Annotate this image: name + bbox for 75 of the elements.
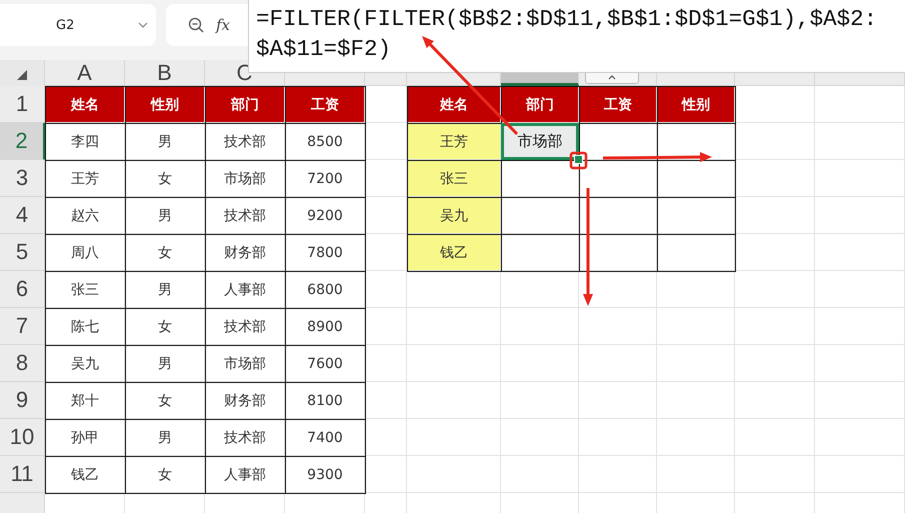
table-cell-text: 男 — [157, 280, 173, 300]
header-cell: 姓名 — [45, 86, 125, 123]
table-cell: 吴九 — [407, 197, 501, 234]
table-cell-text: 8100 — [306, 392, 344, 410]
table-cell-text: 女 — [157, 170, 173, 188]
table-cell-text: 市场部 — [223, 354, 267, 374]
highlight-box — [570, 152, 588, 170]
row-header[interactable]: 8 — [0, 345, 45, 382]
header-cell: 性别 — [125, 86, 205, 123]
table-cell-text: 财务部 — [223, 244, 267, 262]
table-cell-text: 男 — [157, 206, 173, 226]
table-cell-text: 技术部 — [223, 206, 267, 226]
row-header[interactable]: 11 — [0, 456, 45, 493]
table-cell-text: 7400 — [306, 428, 344, 448]
table-cell-text: 陈七 — [70, 318, 100, 336]
table-cell-text: 女 — [157, 392, 173, 410]
header-cell: 部门 — [501, 86, 579, 123]
table-cell-text: 周八 — [70, 244, 100, 262]
table-cell-text: 技术部 — [223, 428, 267, 448]
row-header[interactable]: 3 — [0, 160, 45, 197]
table-cell-text: 7600 — [306, 354, 344, 374]
fill-handle[interactable] — [574, 155, 583, 164]
function-label[interactable]: fx — [216, 16, 230, 34]
header-cell: 部门 — [205, 86, 285, 123]
table-cell-text: 男 — [157, 428, 173, 448]
table-cell-text: 男 — [157, 132, 173, 152]
table-cell-text: 9300 — [306, 466, 344, 484]
row-header[interactable]: 7 — [0, 308, 45, 345]
table-cell: 张三 — [407, 160, 501, 197]
table-cell-text: 女 — [157, 466, 173, 484]
table-cell-text: 王芳 — [70, 170, 100, 188]
table-cell-text: 8500 — [306, 132, 344, 152]
formula-text: =FILTER(FILTER($B$2:$D$11,$B$1:$D$1=G$1),$A$2: — [256, 5, 878, 34]
table-cell-text: 男 — [157, 354, 173, 374]
table-cell-text: 市场部 — [223, 170, 267, 188]
table-cell-text: 钱乙 — [70, 466, 100, 484]
cell-reference: G2 — [56, 18, 74, 32]
column-header[interactable]: B — [125, 60, 205, 86]
table-cell: 王芳 — [407, 123, 501, 160]
header-cell: 工资 — [285, 86, 365, 123]
table-cell-text: 女 — [157, 318, 173, 336]
table-cell-text: 郑十 — [70, 392, 100, 410]
row-header[interactable]: 9 — [0, 382, 45, 419]
row-header[interactable]: 1 — [0, 86, 45, 123]
table-cell-text: 人事部 — [223, 466, 267, 484]
header-cell: 性别 — [657, 86, 735, 123]
select-all-icon[interactable] — [16, 69, 28, 81]
table-cell-text: 9200 — [306, 206, 344, 226]
table-cell-text: 孙甲 — [70, 428, 100, 448]
caret-icon — [608, 74, 616, 80]
table-cell-text: 李四 — [70, 132, 100, 152]
row-header[interactable]: 4 — [0, 197, 45, 234]
name-box[interactable]: G2 — [0, 4, 156, 46]
table-cell-text: 技术部 — [223, 318, 267, 336]
table-cell-text: 财务部 — [223, 392, 267, 410]
formula-popup[interactable]: =FILTER(FILTER($B$2:$D$11,$B$1:$D$1=G$1),$A$2: $A$11=$F2) — [248, 0, 905, 73]
row-header[interactable]: 10 — [0, 419, 45, 456]
column-header[interactable]: A — [45, 60, 125, 86]
table-cell-text: 6800 — [306, 280, 344, 300]
table-cell-text: 赵六 — [70, 206, 100, 226]
dropdown-caret-icon[interactable] — [138, 22, 148, 28]
header-cell: 工资 — [579, 86, 657, 123]
zoom-icon[interactable] — [188, 17, 204, 33]
row-header[interactable]: 5 — [0, 234, 45, 271]
table-cell-text: 人事部 — [223, 280, 267, 300]
table-cell: 钱乙 — [407, 234, 501, 271]
row-header[interactable]: 6 — [0, 271, 45, 308]
table-cell-text: 张三 — [70, 280, 100, 300]
table-cell-text: 吴九 — [70, 354, 100, 374]
table-cell-text: 技术部 — [223, 132, 267, 152]
table-cell-text: 7200 — [306, 170, 344, 188]
table-cell-text: 8900 — [306, 318, 344, 336]
table-cell-text: 7800 — [306, 244, 344, 262]
row-header[interactable]: 2 — [0, 123, 45, 160]
table-cell-text: 女 — [157, 244, 173, 262]
